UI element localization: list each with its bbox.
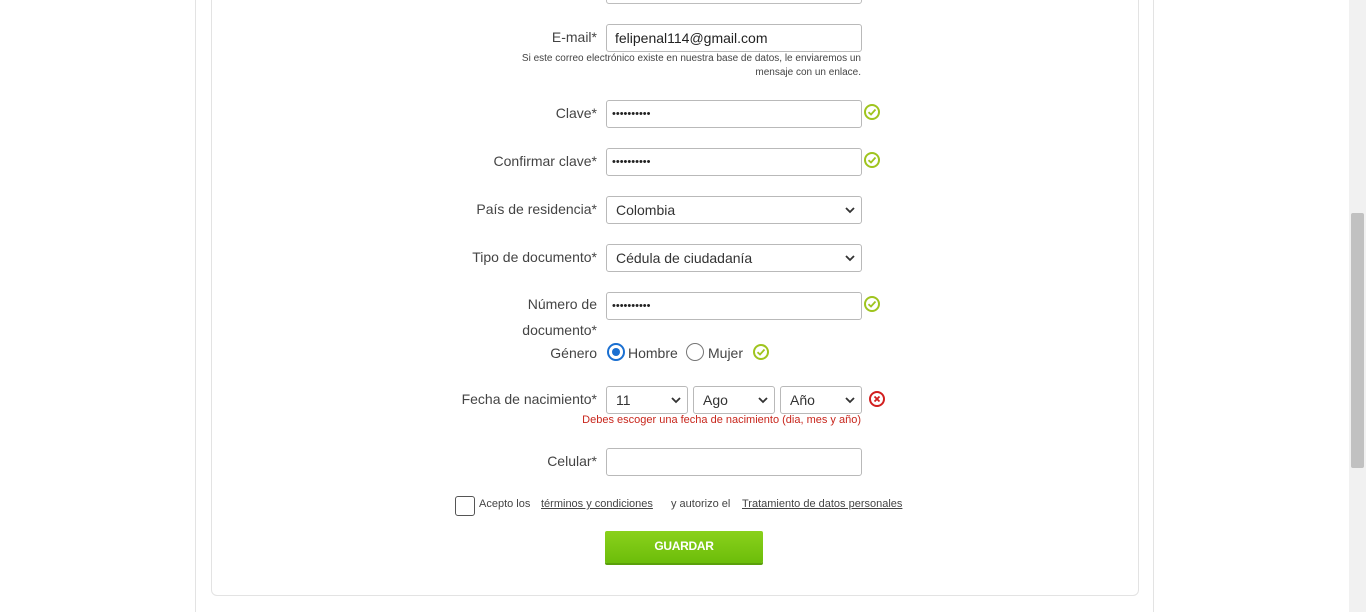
birth-day-value: 11 — [616, 392, 631, 408]
email-help-line-2: mensaje con un enlace. — [755, 67, 861, 78]
confirm-password-label: Confirmar clave* — [493, 153, 597, 169]
password-input[interactable]: •••••••••• — [606, 100, 862, 128]
birth-year-value: Año — [790, 392, 815, 408]
terms-middle-text: y autorizo el — [671, 498, 731, 510]
country-select[interactable]: Colombia — [606, 196, 862, 224]
save-button[interactable]: GUARDAR — [605, 531, 763, 563]
terms-checkbox[interactable] — [455, 496, 475, 516]
check-circle-icon — [864, 152, 880, 168]
country-label: País de residencia* — [476, 201, 597, 217]
email-input[interactable] — [606, 24, 862, 52]
password-label: Clave* — [555, 105, 597, 121]
confirm-password-input[interactable]: •••••••••• — [606, 148, 862, 176]
gender-radio-hombre[interactable] — [607, 343, 625, 361]
birth-year-select[interactable]: Año — [780, 386, 862, 414]
check-circle-icon — [864, 296, 880, 312]
gender-option-mujer-label: Mujer — [708, 345, 744, 361]
terms-and-conditions-link[interactable]: términos y condiciones — [541, 498, 653, 510]
data-treatment-link[interactable]: Tratamiento de datos personales — [742, 498, 902, 510]
previous-field-input[interactable] — [606, 0, 862, 4]
gender-label: Género — [550, 345, 597, 361]
birth-day-select[interactable]: 11 — [606, 386, 688, 414]
gender-radio-mujer[interactable] — [686, 343, 704, 361]
mobile-label: Celular* — [547, 453, 597, 469]
document-number-input[interactable]: •••••••••• — [606, 292, 862, 320]
x-circle-icon — [869, 391, 885, 407]
birth-date-error: Debes escoger una fecha de nacimiento (d… — [582, 414, 861, 426]
document-type-select-value: Cédula de ciudadanía — [616, 250, 753, 266]
email-help-text: Si este correo electrónico existe en nue… — [481, 52, 861, 80]
document-type-label: Tipo de documento* — [472, 249, 597, 265]
document-number-label: Número de documento* — [457, 291, 597, 343]
document-number-label-line-2: documento* — [522, 322, 597, 338]
email-help-line-1: Si este correo electrónico existe en nue… — [521, 53, 861, 64]
scrollbar-thumb[interactable] — [1351, 213, 1364, 468]
birth-date-label: Fecha de nacimiento* — [461, 391, 597, 407]
gender-option-hombre-label: Hombre — [628, 345, 678, 361]
mobile-input[interactable] — [606, 448, 862, 476]
country-select-value: Colombia — [616, 202, 676, 218]
birth-month-value: Ago — [703, 392, 728, 408]
document-number-label-line-1: Número de — [527, 296, 597, 312]
terms-prefix-text: Acepto los — [479, 498, 531, 510]
document-type-select[interactable]: Cédula de ciudadanía — [606, 244, 862, 272]
chevron-down-icon — [845, 197, 855, 234]
check-circle-icon — [864, 104, 880, 120]
birth-month-select[interactable]: Ago — [693, 386, 775, 414]
check-circle-icon — [753, 344, 769, 360]
chevron-down-icon — [845, 245, 855, 282]
email-label: E-mail* — [551, 29, 597, 45]
